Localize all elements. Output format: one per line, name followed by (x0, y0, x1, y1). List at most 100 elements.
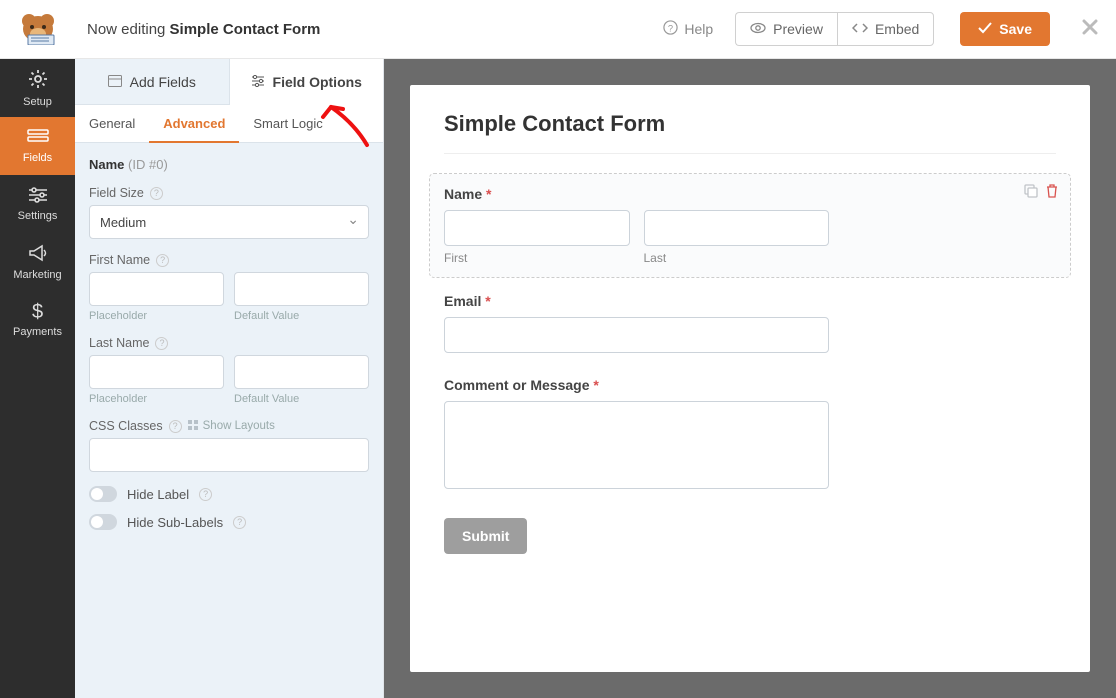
sidebar-item-label: Marketing (13, 269, 61, 281)
sidebar-item-setup[interactable]: Setup (0, 59, 75, 117)
gear-icon (28, 69, 48, 92)
first-name-default-input[interactable] (234, 272, 369, 306)
close-builder-button[interactable] (1082, 18, 1098, 41)
sidebar-item-settings[interactable]: Settings (0, 175, 75, 233)
header-button-group: Preview Embed (735, 12, 934, 46)
tab-label: Add Fields (130, 74, 196, 90)
hide-sublabels-text: Hide Sub-Labels (127, 515, 223, 530)
panel-body: Name (ID #0) Field Size ? Medium First N… (75, 143, 383, 698)
tab-field-options[interactable]: Field Options (230, 59, 384, 105)
sidebar-item-marketing[interactable]: Marketing (0, 233, 75, 291)
hide-label-text: Hide Label (127, 487, 189, 502)
builder-header: Now editing Simple Contact Form ? Help P… (0, 0, 1116, 59)
sidebar-item-payments[interactable]: $ Payments (0, 291, 75, 349)
help-icon[interactable]: ? (199, 488, 212, 501)
page-title: Now editing Simple Contact Form (87, 21, 651, 38)
preview-field-name[interactable]: Name * First Last (430, 174, 1070, 277)
css-classes-label: CSS Classes (89, 419, 163, 433)
required-asterisk: * (486, 186, 491, 202)
help-icon[interactable]: ? (169, 420, 182, 433)
options-icon (251, 74, 265, 90)
help-icon[interactable]: ? (156, 254, 169, 267)
required-asterisk: * (485, 293, 490, 309)
embed-button[interactable]: Embed (837, 12, 934, 46)
field-size-group: Field Size ? Medium (89, 186, 369, 239)
duplicate-icon[interactable] (1024, 184, 1038, 203)
tab-advanced[interactable]: Advanced (149, 105, 239, 143)
css-classes-input[interactable] (89, 438, 369, 472)
tab-label: Field Options (273, 74, 362, 90)
required-asterisk: * (593, 377, 598, 393)
first-name-group: First Name ? Placeholder Default Value (89, 253, 369, 322)
code-icon (852, 21, 868, 37)
hide-sublabels-row: Hide Sub-Labels ? (89, 514, 369, 530)
field-label: Name * (444, 186, 1056, 202)
tab-smart-logic[interactable]: Smart Logic (239, 105, 336, 142)
check-icon (978, 21, 992, 37)
show-layouts-label: Show Layouts (203, 420, 275, 432)
last-sublabel: Last (644, 251, 830, 265)
help-icon[interactable]: ? (233, 516, 246, 529)
preview-field-email[interactable]: Email * (444, 293, 1056, 361)
fields-icon (27, 129, 49, 148)
preview-button[interactable]: Preview (735, 12, 837, 46)
sidebar-item-fields[interactable]: Fields (0, 117, 75, 175)
trash-icon[interactable] (1046, 184, 1058, 203)
last-name-input[interactable] (644, 210, 830, 246)
help-label: Help (684, 21, 713, 37)
last-name-placeholder-input[interactable] (89, 355, 224, 389)
form-title: Simple Contact Form (444, 111, 1056, 137)
divider (444, 153, 1056, 154)
first-sublabel: First (444, 251, 630, 265)
first-name-label: First Name (89, 253, 150, 267)
email-input[interactable] (444, 317, 829, 353)
sidebar-item-label: Fields (23, 152, 52, 164)
embed-label: Embed (875, 21, 919, 37)
help-link[interactable]: ? Help (663, 20, 713, 38)
submit-button[interactable]: Submit (444, 518, 527, 554)
preview-field-comment[interactable]: Comment or Message * (444, 377, 1056, 502)
help-icon[interactable]: ? (155, 337, 168, 350)
field-options-panel: Add Fields Field Options General Advance… (75, 59, 384, 698)
save-label: Save (999, 21, 1032, 37)
save-button[interactable]: Save (960, 12, 1050, 46)
panel-secondary-tabs: General Advanced Smart Logic (75, 105, 383, 143)
last-name-label: Last Name (89, 336, 149, 350)
hint-default: Default Value (234, 393, 369, 405)
field-label: Email * (444, 293, 1056, 309)
field-actions (1024, 184, 1058, 203)
hide-sublabels-toggle[interactable] (89, 514, 117, 530)
field-label: Comment or Message * (444, 377, 1056, 393)
form-preview: Simple Contact Form Name * (410, 85, 1090, 672)
field-size-label: Field Size (89, 186, 144, 200)
field-heading: Name (ID #0) (89, 157, 369, 172)
hint-placeholder: Placeholder (89, 310, 224, 322)
first-name-placeholder-input[interactable] (89, 272, 224, 306)
dollar-icon: $ (32, 302, 43, 322)
bullhorn-icon (28, 244, 48, 265)
app-logo (0, 13, 75, 45)
show-layouts-button[interactable]: Show Layouts (188, 420, 275, 433)
preview-label: Preview (773, 21, 823, 37)
help-icon[interactable]: ? (150, 187, 163, 200)
sidebar-item-label: Setup (23, 96, 52, 108)
hide-label-toggle[interactable] (89, 486, 117, 502)
field-id-label: (ID #0) (128, 157, 168, 172)
panel-primary-tabs: Add Fields Field Options (75, 59, 383, 105)
field-size-select[interactable]: Medium (89, 205, 369, 239)
editing-prefix: Now editing (87, 21, 170, 38)
last-name-default-input[interactable] (234, 355, 369, 389)
grid-icon (188, 420, 198, 433)
comment-textarea[interactable] (444, 401, 829, 489)
first-name-input[interactable] (444, 210, 630, 246)
sliders-icon (28, 187, 48, 206)
field-name-label: Name (89, 157, 124, 172)
tab-add-fields[interactable]: Add Fields (75, 59, 230, 105)
svg-text:?: ? (668, 23, 673, 33)
eye-icon (750, 21, 766, 37)
css-classes-group: CSS Classes ? Show Layouts (89, 419, 369, 472)
tab-general[interactable]: General (75, 105, 149, 142)
sidebar-item-label: Payments (13, 326, 62, 338)
help-icon: ? (663, 20, 678, 38)
add-fields-icon (108, 74, 122, 90)
